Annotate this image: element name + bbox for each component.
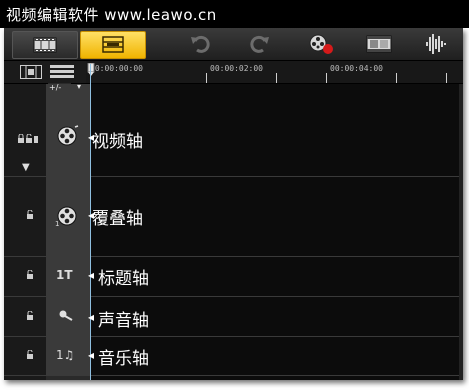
storyboard-view-button[interactable]: [12, 31, 78, 59]
track-divider: [4, 336, 463, 337]
unlock-icon[interactable]: [25, 311, 35, 321]
arrow-left-icon: ◂: [88, 348, 95, 362]
unlock-icon[interactable]: [25, 270, 35, 280]
vertical-scrollbar[interactable]: [459, 84, 463, 380]
film-track-view-icon[interactable]: [20, 65, 42, 79]
track-label-overlay: 覆叠轴: [92, 209, 143, 229]
timecode-0: 00:00:00:00: [90, 64, 143, 73]
audio-wave-icon: [422, 31, 452, 57]
record-icon: [306, 31, 336, 57]
track-header-music[interactable]: 1♫: [46, 337, 90, 376]
undo-button[interactable]: [188, 31, 212, 57]
music-note-icon: 1♫: [56, 348, 75, 362]
redo-icon: [248, 31, 272, 57]
track-label-video: 视频轴: [92, 132, 143, 152]
track-label-voice: 声音轴: [98, 311, 149, 331]
storyboard-view-icon: [13, 32, 77, 58]
window-title: 视频编辑软件 www.leawo.cn: [6, 6, 217, 24]
ruler-tick: [396, 73, 397, 83]
arrow-left-icon: ◂: [88, 310, 95, 324]
undo-icon: [188, 31, 212, 57]
zoom-dropdown[interactable]: +/- ▾: [46, 82, 90, 94]
lock-icon[interactable]: [17, 134, 39, 144]
overlay-reel-icon: 1: [54, 204, 78, 228]
track-header-video[interactable]: [46, 94, 90, 177]
arrow-left-icon: ◂: [88, 208, 95, 222]
track-header-title[interactable]: 1T: [46, 257, 90, 297]
batch-convert-button[interactable]: [364, 31, 394, 57]
timecode-2: 00:00:04:00: [330, 64, 383, 73]
arrow-left-icon: ◂: [88, 268, 95, 282]
unlock-icon[interactable]: [25, 210, 35, 220]
audio-mixer-button[interactable]: [422, 31, 452, 57]
track-label-music: 音乐轴: [98, 349, 149, 369]
track-label-title: 标题轴: [98, 269, 149, 289]
track-header-voice[interactable]: [46, 297, 90, 337]
film-grid-icon: [364, 31, 394, 57]
track-divider: [4, 256, 463, 257]
zoom-dropdown-label: +/-: [49, 83, 62, 92]
chevron-down-icon: ▾: [77, 82, 82, 91]
svg-text:1: 1: [55, 220, 59, 228]
ruler-tick: [446, 73, 447, 83]
track-divider: [4, 176, 463, 177]
timeline-view-icon: [81, 32, 145, 58]
microphone-icon: [58, 309, 76, 323]
track-divider: [4, 296, 463, 297]
redo-button[interactable]: [248, 31, 272, 57]
ruler-tick: [276, 73, 277, 83]
toolbar: [4, 28, 463, 61]
expand-triangle-icon[interactable]: ▼: [22, 162, 30, 173]
time-ruler[interactable]: 00:00:00:00 00:00:02:00 00:00:04:00: [86, 61, 463, 83]
unlock-icon[interactable]: [25, 350, 35, 360]
ruler-tick: [206, 73, 207, 83]
film-reel-icon: [56, 124, 80, 148]
playhead-line: [90, 64, 91, 380]
title-t-icon: 1T: [56, 268, 73, 282]
ruler-tick: [326, 73, 327, 83]
track-list-icon[interactable]: [50, 65, 74, 79]
record-capture-button[interactable]: [306, 31, 336, 57]
window-title-bar: 视频编辑软件 www.leawo.cn: [0, 0, 469, 28]
timeline-view-button[interactable]: [80, 31, 146, 59]
track-divider: [4, 375, 463, 376]
track-header-overlay[interactable]: 1: [46, 177, 90, 257]
arrow-left-icon: ◂: [88, 130, 95, 144]
timecode-1: 00:00:02:00: [210, 64, 263, 73]
